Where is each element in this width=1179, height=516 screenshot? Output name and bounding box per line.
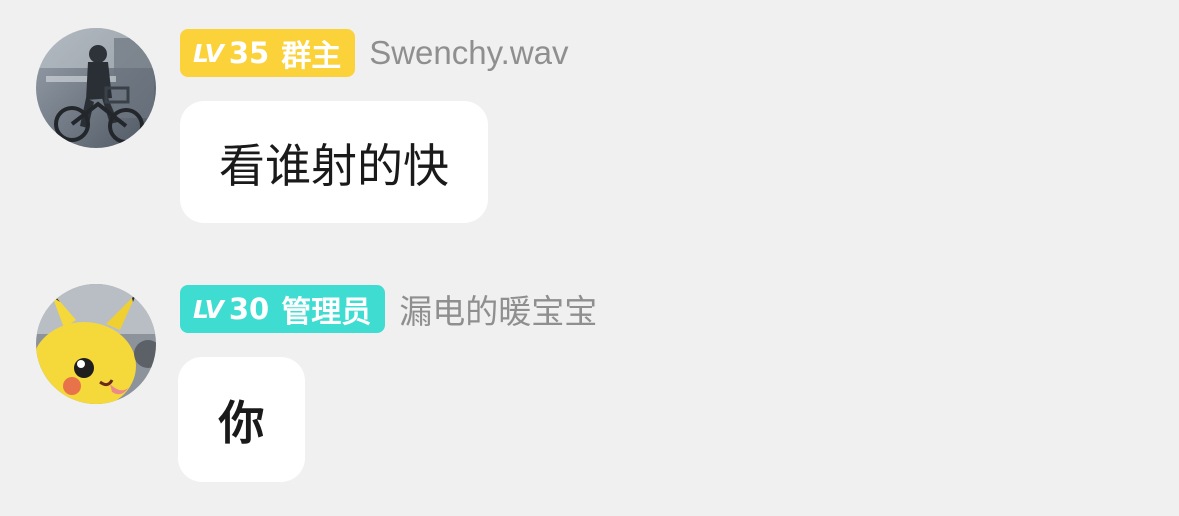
user-photo-avatar-icon <box>36 28 156 148</box>
pikachu-avatar-icon <box>36 284 156 404</box>
role-label: 群主 <box>281 39 342 74</box>
message-text: 你 <box>218 395 265 450</box>
avatar[interactable] <box>36 284 156 404</box>
level-prefix: LV <box>193 294 224 324</box>
level-number: 35 <box>228 36 270 70</box>
chat-message-list: LV 35 群主 Swenchy.wav 看谁射的快 LV 30 管理员 漏电的… <box>0 0 1179 516</box>
message-bubble[interactable]: 你 <box>178 357 305 482</box>
role-label: 管理员 <box>281 295 372 330</box>
level-prefix: LV <box>193 38 224 68</box>
username[interactable]: 漏电的暖宝宝 <box>399 285 597 333</box>
message-text: 看谁射的快 <box>219 139 449 193</box>
avatar[interactable] <box>36 28 156 148</box>
level-badge: LV 30 管理员 <box>180 285 386 333</box>
sender-info: LV 30 管理员 漏电的暖宝宝 <box>180 285 597 333</box>
level-badge: LV 35 群主 <box>180 29 356 77</box>
sender-info: LV 35 群主 Swenchy.wav <box>180 29 569 77</box>
message-bubble[interactable]: 看谁射的快 <box>180 101 488 223</box>
username[interactable]: Swenchy.wav <box>369 34 568 72</box>
level-number: 30 <box>228 292 270 326</box>
